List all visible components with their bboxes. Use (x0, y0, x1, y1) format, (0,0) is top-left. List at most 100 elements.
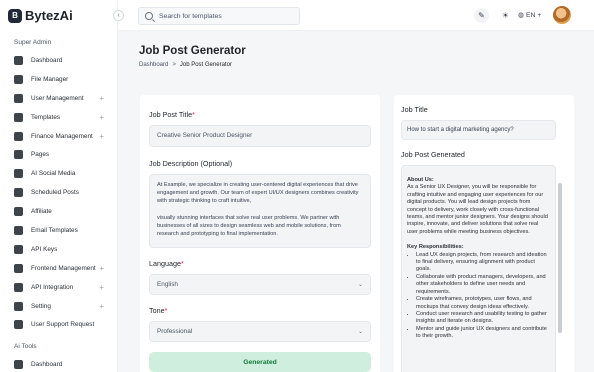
result-job-title-field[interactable]: How to start a digital marketing agency? (401, 120, 556, 140)
magic-wand-icon[interactable]: ✎ (474, 8, 489, 23)
language-label: Language* (149, 259, 184, 268)
language-code: EN (525, 11, 536, 19)
integration-icon (14, 282, 23, 292)
sidebar-nav-ai-tools: Dashboard (0, 355, 117, 372)
sidebar-item-label: API Integration (31, 283, 74, 291)
calendar-icon (14, 188, 23, 198)
collapse-sidebar-button[interactable]: ‹ (113, 10, 124, 21)
sidebar-item-label: Frontend Management (31, 264, 96, 272)
breadcrumb-home[interactable]: Dashboard (139, 62, 168, 68)
page-title: Job Post Generator (139, 45, 246, 57)
sidebar-item-pages[interactable]: Pages (0, 145, 117, 164)
email-icon (14, 225, 23, 235)
sidebar-item-finance-management[interactable]: Finance Management + (0, 127, 117, 146)
sidebar-nav: Dashboard File Manager User Management + Tem… (0, 51, 117, 334)
responsibilities-heading: Key Responsibilities: (407, 244, 464, 251)
sidebar-item-label: Dashboard (31, 56, 63, 64)
job-title-label-text: Job Post Title (149, 110, 193, 119)
sidebar-item-file-manager[interactable]: File Manager (0, 70, 117, 89)
job-title-label: Job Post Title* (149, 110, 195, 119)
breadcrumb: Dashboard > Job Post Generator (139, 62, 232, 68)
theme-toggle-icon[interactable]: ☀ (498, 8, 513, 23)
expand-icon[interactable]: + (99, 113, 104, 122)
expand-icon[interactable]: + (99, 132, 104, 141)
sidebar-item-api-integration[interactable]: API Integration + (0, 278, 117, 297)
main-content: Job Post Generator Dashboard > Job Post … (118, 31, 594, 372)
language-label-text: Language (149, 259, 181, 268)
sidebar-item-label: Dashboard (31, 360, 63, 368)
sidebar-ai-item-dashboard[interactable]: Dashboard (0, 355, 117, 372)
sidebar-item-scheduled-posts[interactable]: Scheduled Posts (0, 183, 117, 202)
tone-select[interactable]: Professional ⌄ (149, 321, 371, 342)
expand-icon[interactable]: + (99, 94, 104, 103)
language-selector[interactable]: ◍ EN + (518, 11, 542, 20)
logo[interactable]: B BytezAi (8, 8, 73, 23)
about-heading: About Us: (407, 177, 434, 183)
required-mark: * (180, 259, 184, 268)
support-icon (14, 320, 23, 330)
sidebar-item-label: Email Templates (31, 226, 78, 234)
language-value: English (157, 281, 178, 288)
sidebar-item-label: AI Social Media (31, 170, 76, 178)
search-placeholder: Search for templates (159, 12, 222, 20)
sidebar-item-api-keys[interactable]: API Keys (0, 240, 117, 259)
output-scrollbar[interactable] (558, 171, 562, 372)
result-job-title-label: Job Title (401, 105, 428, 114)
sidebar-item-user-management[interactable]: User Management + (0, 89, 117, 108)
sidebar-item-email-templates[interactable]: Email Templates (0, 221, 117, 240)
sidebar: B BytezAi Super Admin Dashboard File Mana… (0, 0, 118, 372)
search-input[interactable]: Search for templates (138, 7, 300, 25)
sidebar-item-label: User Support Request (31, 321, 95, 329)
list-item: Collaborate with product managers, devel… (416, 274, 550, 296)
sidebar-item-label: File Manager (31, 75, 69, 83)
sidebar-item-ai-social-media[interactable]: AI Social Media (0, 164, 117, 183)
generated-output[interactable]: About Us: As a Senior UX Designer, you w… (401, 165, 556, 372)
section-label-ai-tools: Ai Tools (14, 343, 37, 350)
breadcrumb-separator: > (172, 62, 176, 68)
expand-icon[interactable]: + (99, 283, 104, 292)
logo-icon: B (8, 8, 22, 23)
dashboard-icon (14, 359, 23, 369)
about-text: As a Senior UX Designer, you will be res… (407, 184, 548, 235)
chevron-down-icon: ⌄ (357, 329, 363, 335)
expand-icon[interactable]: + (99, 264, 104, 273)
sidebar-item-dashboard[interactable]: Dashboard (0, 51, 117, 70)
finance-icon (14, 131, 23, 141)
social-icon (14, 169, 23, 179)
expand-icon[interactable]: + (99, 302, 104, 311)
dashboard-icon (14, 55, 23, 65)
folder-icon (14, 74, 23, 84)
tone-value: Professional (157, 328, 193, 335)
generated-label: Job Post Generated (401, 150, 465, 159)
gear-icon (14, 301, 23, 311)
sidebar-item-label: User Management (31, 94, 84, 102)
responsibilities-list: Lead UX design projects, from research a… (407, 252, 550, 341)
chevron-down-icon: ⌄ (357, 282, 363, 288)
topbar: Search for templates ✎ ☀ ◍ EN + (118, 0, 594, 31)
list-item: Mentor and guide junior UX designers and… (416, 326, 550, 341)
result-panel: Job Title How to start a digital marketi… (394, 95, 574, 372)
tone-label: Tone* (149, 306, 167, 315)
frontend-icon (14, 263, 23, 273)
scrollbar-thumb[interactable] (558, 183, 562, 333)
description-paragraph-2: visually stunning interfaces that solve … (157, 214, 341, 238)
section-label-super-admin: Super Admin (14, 39, 52, 46)
language-select[interactable]: English ⌄ (149, 274, 371, 295)
sidebar-item-templates[interactable]: Templates + (0, 108, 117, 127)
user-icon (14, 93, 23, 103)
generate-button[interactable]: Generated (149, 352, 371, 372)
sidebar-item-setting[interactable]: Setting + (0, 297, 117, 316)
chevron-down-icon: + (537, 11, 542, 19)
job-title-input[interactable]: Creative Senior Product Designer (149, 125, 371, 147)
description-textarea[interactable]: At Example, we specialize in creating us… (149, 174, 371, 248)
avatar[interactable] (553, 6, 571, 24)
sidebar-item-label: Finance Management (31, 132, 93, 140)
list-item: Lead UX design projects, from research a… (416, 252, 550, 274)
description-label: Job Description (Optional) (149, 159, 233, 168)
job-post-form: Job Post Title* Creative Senior Product … (140, 95, 380, 372)
sidebar-item-frontend-management[interactable]: Frontend Management + (0, 259, 117, 278)
templates-icon (14, 112, 23, 122)
sidebar-item-user-support-request[interactable]: User Support Request (0, 315, 117, 334)
affiliate-icon (14, 207, 23, 217)
sidebar-item-affiliate[interactable]: Affiliate (0, 202, 117, 221)
